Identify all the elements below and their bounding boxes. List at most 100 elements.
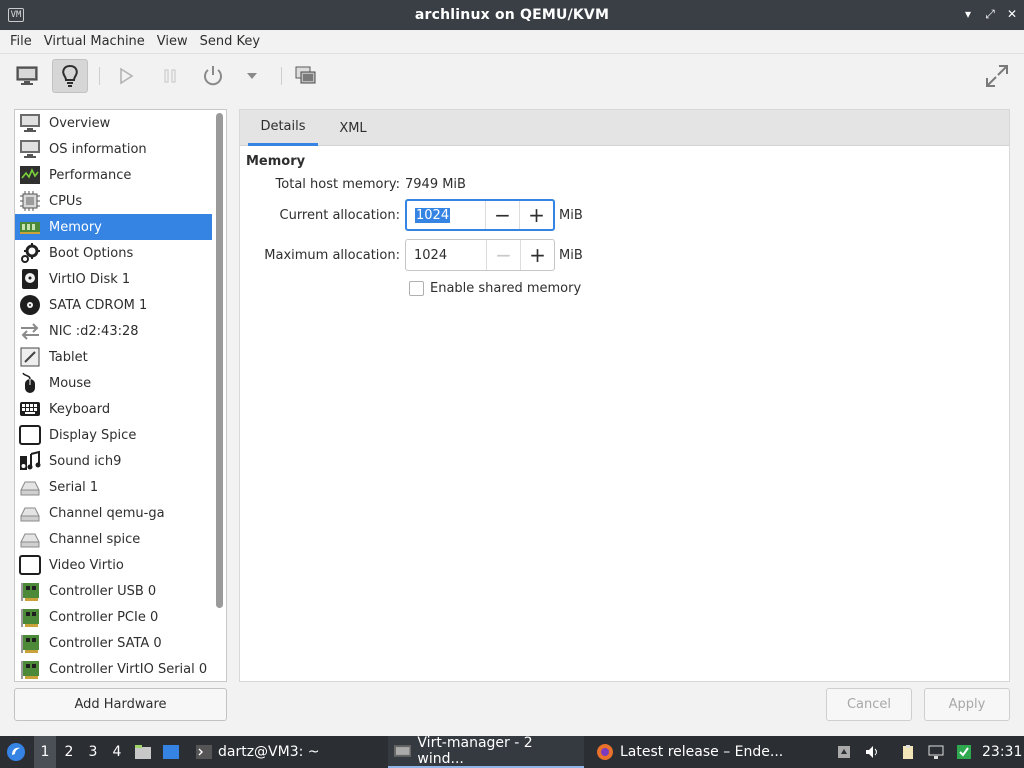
sidebar-item-virtio-disk-1[interactable]: VirtIO Disk 1 (15, 266, 212, 292)
sidebar-item-label: VirtIO Disk 1 (49, 271, 131, 287)
minimize-icon[interactable]: ▾ (960, 6, 976, 22)
workspace-2[interactable]: 2 (58, 736, 80, 768)
network-icon[interactable] (928, 744, 944, 760)
sidebar-item-label: Controller PCIe 0 (49, 609, 159, 625)
total-host-memory-label: Total host memory: (275, 177, 400, 192)
show-desktop-button[interactable] (162, 736, 182, 768)
channel-icon (20, 533, 40, 548)
maximum-allocation-input[interactable]: 1024 (406, 240, 486, 270)
volume-icon[interactable] (864, 744, 880, 760)
sidebar-item-label: Tablet (49, 349, 88, 365)
cancel-button[interactable]: Cancel (826, 688, 912, 721)
menu-view[interactable]: View (151, 34, 194, 49)
sidebar-item-label: Performance (49, 167, 132, 183)
apply-button[interactable]: Apply (924, 688, 1010, 721)
current-allocation-input[interactable]: 1024 (407, 201, 485, 229)
firefox-icon (597, 744, 613, 760)
workspace-3[interactable]: 3 (82, 736, 104, 768)
sidebar-item-controller-pcie-0[interactable]: Controller PCIe 0 (15, 604, 212, 630)
updates-icon[interactable] (956, 744, 972, 760)
run-button[interactable] (108, 59, 144, 93)
menu-send-key[interactable]: Send Key (194, 34, 266, 49)
workspace-1[interactable]: 1 (34, 736, 56, 768)
menu-virtual-machine[interactable]: Virtual Machine (38, 34, 151, 49)
display-icon (19, 425, 41, 445)
sidebar-item-keyboard[interactable]: Keyboard (15, 396, 212, 422)
sidebar-item-cpus[interactable]: CPUs (15, 188, 212, 214)
workspace-4[interactable]: 4 (106, 736, 128, 768)
sidebar-item-overview[interactable]: Overview (15, 110, 212, 136)
sidebar-item-controller-virtio-serial-0[interactable]: Controller VirtIO Serial 0 (15, 656, 212, 681)
enable-shared-memory-row[interactable]: Enable shared memory (409, 281, 581, 296)
sidebar-item-video-virtio[interactable]: Video Virtio (15, 552, 212, 578)
sidebar-item-mouse[interactable]: Mouse (15, 370, 212, 396)
sidebar-item-os-information[interactable]: OS information (15, 136, 212, 162)
console-icon (16, 66, 38, 85)
sound-icon (20, 450, 41, 470)
start-menu-button[interactable] (4, 736, 28, 768)
file-manager-launcher[interactable] (134, 736, 154, 768)
virt-manager-icon (394, 745, 412, 757)
maximum-allocation-increment-button[interactable]: + (520, 240, 554, 270)
sidebar-item-label: NIC :d2:43:28 (49, 323, 139, 339)
sidebar-item-sata-cdrom-1[interactable]: SATA CDROM 1 (15, 292, 212, 318)
channel-icon (20, 507, 40, 522)
sidebar-item-controller-sata-0[interactable]: Controller SATA 0 (15, 630, 212, 656)
current-allocation-increment-button[interactable]: + (519, 201, 553, 229)
sidebar-item-channel-qemu-ga[interactable]: Channel qemu-ga (15, 500, 212, 526)
task-firefox[interactable]: Latest release – Ende... (590, 736, 789, 768)
sidebar-item-label: OS information (49, 141, 147, 157)
sidebar-item-controller-usb-0[interactable]: Controller USB 0 (15, 578, 212, 604)
sidebar-item-label: Display Spice (49, 427, 137, 443)
maximum-allocation-decrement-button[interactable]: − (486, 240, 520, 270)
notification-icon[interactable] (836, 744, 852, 760)
current-allocation-spinner[interactable]: 1024 − + (405, 199, 555, 231)
terminal-icon (196, 745, 212, 759)
snapshots-icon (295, 66, 316, 84)
mouse-icon (22, 372, 35, 393)
sidebar-item-label: Memory (49, 219, 102, 235)
maximum-allocation-spinner[interactable]: 1024 − + (405, 239, 555, 271)
controller-card-icon (21, 635, 39, 653)
fullscreen-button[interactable] (979, 59, 1015, 93)
clock[interactable]: 23:31 (982, 736, 1022, 768)
pause-icon (164, 69, 176, 83)
sidebar-scrollbar[interactable] (216, 113, 223, 608)
disk-icon (22, 269, 38, 289)
console-button[interactable] (9, 59, 45, 93)
keyboard-icon (20, 402, 40, 416)
sidebar-item-display-spice[interactable]: Display Spice (15, 422, 212, 448)
sidebar-item-memory[interactable]: Memory (15, 214, 212, 240)
shutdown-menu-button[interactable] (234, 59, 270, 93)
tab-xml[interactable]: XML (326, 110, 380, 146)
enable-shared-memory-checkbox[interactable] (409, 281, 424, 296)
sidebar-item-nic-d2-43-28[interactable]: NIC :d2:43:28 (15, 318, 212, 344)
power-menu-chevron-icon (247, 73, 257, 79)
details-button[interactable] (52, 59, 88, 93)
sidebar-item-label: Controller USB 0 (49, 583, 157, 599)
sidebar-item-performance[interactable]: Performance (15, 162, 212, 188)
shutdown-button[interactable] (195, 59, 231, 93)
sidebar-item-channel-spice[interactable]: Channel spice (15, 526, 212, 552)
pause-button[interactable] (152, 59, 188, 93)
sidebar-item-boot-options[interactable]: Boot Options (15, 240, 212, 266)
sidebar-item-label: CPUs (49, 193, 83, 209)
sidebar-item-label: Keyboard (49, 401, 111, 417)
sidebar-item-sound-ich9[interactable]: Sound ich9 (15, 448, 212, 474)
sidebar-item-serial-1[interactable]: Serial 1 (15, 474, 212, 500)
minus-icon: − (494, 203, 511, 227)
restore-icon[interactable]: ⤢ (982, 6, 998, 22)
menu-file[interactable]: File (4, 34, 38, 49)
power-icon (204, 66, 222, 86)
current-allocation-decrement-button[interactable]: − (485, 201, 519, 229)
sidebar-item-tablet[interactable]: Tablet (15, 344, 212, 370)
close-icon[interactable]: ✕ (1004, 6, 1020, 22)
snapshots-button[interactable] (288, 59, 324, 93)
sidebar-item-label: Boot Options (49, 245, 134, 261)
tab-details[interactable]: Details (248, 110, 318, 146)
task-virt-manager[interactable]: Virt-manager - 2 wind... (388, 735, 584, 768)
task-terminal[interactable]: dartz@VM3: ~ (190, 736, 326, 768)
add-hardware-button[interactable]: Add Hardware (14, 688, 227, 721)
clipboard-icon[interactable] (900, 744, 916, 760)
run-icon (120, 67, 134, 85)
